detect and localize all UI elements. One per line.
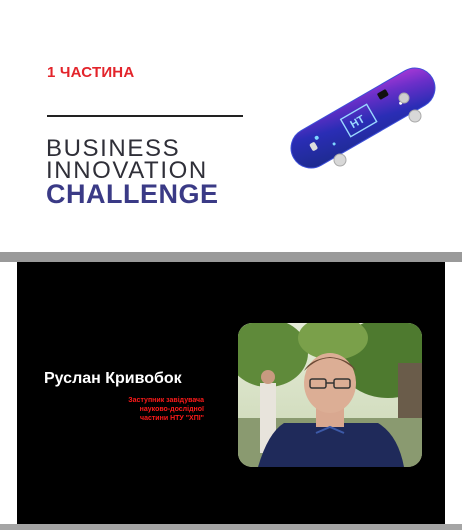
speaker-role: Заступник завідувача науково-дослідної ч… bbox=[80, 396, 204, 423]
divider-band bbox=[0, 252, 462, 262]
title-slide: 1 ЧАСТИНА BUSINESS INNOVATION CHALLENGE bbox=[0, 0, 462, 252]
part-label: 1 ЧАСТИНА bbox=[47, 64, 135, 81]
speaker-role-line: науково-дослідної bbox=[139, 406, 204, 413]
title-line-challenge: CHALLENGE bbox=[46, 179, 219, 209]
skateboard-illustration: НТ bbox=[278, 58, 448, 178]
bottom-band bbox=[0, 524, 462, 530]
speaker-role-line: Заступник завідувача bbox=[128, 397, 204, 404]
speaker-role-line: частини НТУ "ХПІ" bbox=[140, 415, 204, 422]
divider-line bbox=[47, 115, 243, 117]
speaker-name: Руслан Кривобок bbox=[44, 370, 182, 387]
speaker-photo bbox=[238, 323, 422, 467]
event-title: BUSINESS INNOVATION CHALLENGE bbox=[46, 137, 219, 209]
